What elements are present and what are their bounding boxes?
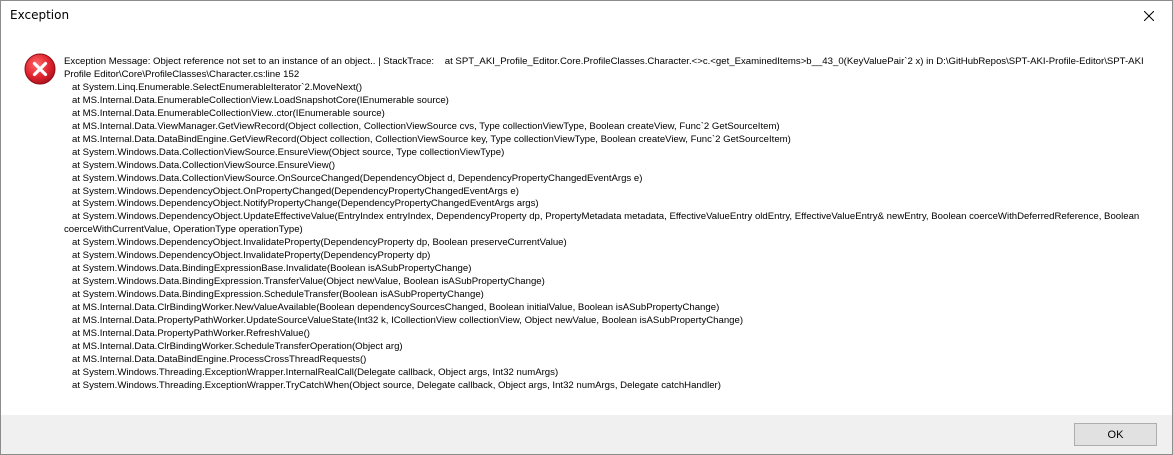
title-bar[interactable]: Exception bbox=[1, 1, 1172, 31]
error-icon bbox=[24, 53, 56, 85]
dialog-footer: OK bbox=[1, 415, 1172, 454]
ok-button[interactable]: OK bbox=[1074, 423, 1157, 446]
dialog-content: Exception Message: Object reference not … bbox=[1, 31, 1172, 415]
close-button[interactable] bbox=[1126, 1, 1172, 31]
exception-dialog: Exception Exception Message: Object refe… bbox=[0, 0, 1173, 455]
window-title: Exception bbox=[10, 8, 70, 22]
close-icon bbox=[1144, 11, 1154, 21]
exception-message: Exception Message: Object reference not … bbox=[64, 56, 1144, 391]
